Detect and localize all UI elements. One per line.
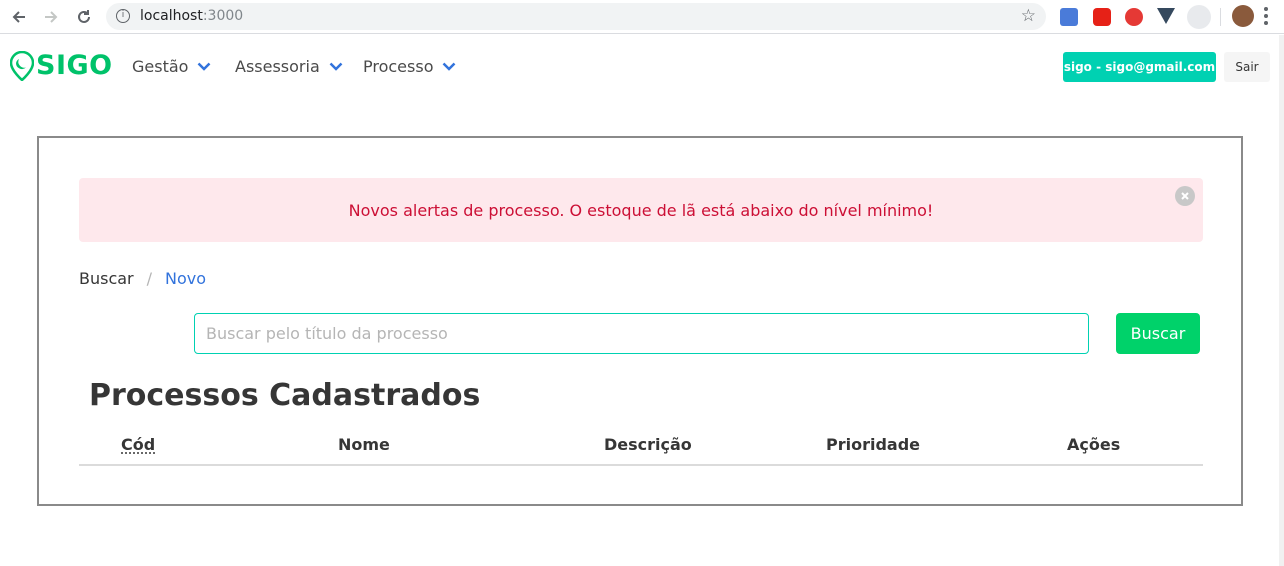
nav-menu-processo[interactable]: Processo xyxy=(363,57,456,76)
back-arrow-icon[interactable] xyxy=(8,6,30,28)
url-text: localhost:3000 xyxy=(140,8,244,24)
column-header-prioridade: Prioridade xyxy=(826,435,921,454)
breadcrumb: Buscar / Novo xyxy=(79,269,206,288)
vue-devtools-icon[interactable] xyxy=(1157,8,1175,24)
page-scrollbar[interactable] xyxy=(1279,35,1284,566)
page-title: Processos Cadastrados xyxy=(89,378,481,413)
breadcrumb-separator: / xyxy=(146,269,153,288)
nav-menu-label: Assessoria xyxy=(235,57,320,76)
bookmark-star-icon[interactable]: ☆ xyxy=(1021,6,1036,26)
column-header-nome: Nome xyxy=(338,435,390,454)
alert-notification: Novos alertas de processo. O estoque de … xyxy=(79,178,1203,242)
map-pin-icon xyxy=(10,50,34,81)
browser-toolbar: i localhost:3000 ☆ xyxy=(0,0,1284,34)
logo-text: SIGO xyxy=(36,50,113,81)
column-header-acoes: Ações xyxy=(1067,435,1121,454)
column-header-cod[interactable]: Cód xyxy=(121,435,155,454)
address-bar[interactable]: i localhost:3000 ☆ xyxy=(106,3,1046,30)
youtube-extension-icon[interactable] xyxy=(1093,8,1111,26)
profile-avatar[interactable] xyxy=(1232,5,1254,27)
chevron-down-icon xyxy=(443,62,456,71)
table-header: Cód Nome Descrição Prioridade Ações xyxy=(79,428,1203,466)
content-box: Novos alertas de processo. O estoque de … xyxy=(37,136,1243,506)
search-input[interactable] xyxy=(194,313,1089,354)
translate-extension-icon[interactable] xyxy=(1060,8,1078,26)
logo[interactable]: SIGO xyxy=(10,50,113,81)
column-header-descricao: Descrição xyxy=(604,435,692,454)
browser-menu-icon[interactable] xyxy=(1264,7,1268,25)
breadcrumb-item-novo[interactable]: Novo xyxy=(165,269,206,288)
reload-icon[interactable] xyxy=(73,6,95,28)
alert-message: Novos alertas de processo. O estoque de … xyxy=(348,201,934,220)
breadcrumb-item-buscar[interactable]: Buscar xyxy=(79,269,134,288)
toolbar-divider xyxy=(1220,8,1221,26)
vue-extension-active-icon[interactable] xyxy=(1187,5,1211,29)
forward-arrow-icon[interactable] xyxy=(40,6,62,28)
logout-button[interactable]: Sair xyxy=(1224,52,1270,82)
nav-menu-label: Gestão xyxy=(132,57,189,76)
nav-menu-assessoria[interactable]: Assessoria xyxy=(235,57,343,76)
extension-icon[interactable] xyxy=(1125,8,1143,26)
chevron-down-icon xyxy=(198,62,211,71)
nav-menu-label: Processo xyxy=(363,57,434,76)
user-account-button[interactable]: sigo - sigo@gmail.com xyxy=(1063,52,1216,82)
nav-menu-gestao[interactable]: Gestão xyxy=(132,57,211,76)
search-button[interactable]: Buscar xyxy=(1116,313,1200,354)
app-navbar: SIGO Gestão Assessoria Processo sigo - s… xyxy=(0,35,1279,99)
close-icon[interactable] xyxy=(1175,186,1195,206)
info-icon[interactable]: i xyxy=(116,9,130,23)
chevron-down-icon xyxy=(329,62,343,71)
